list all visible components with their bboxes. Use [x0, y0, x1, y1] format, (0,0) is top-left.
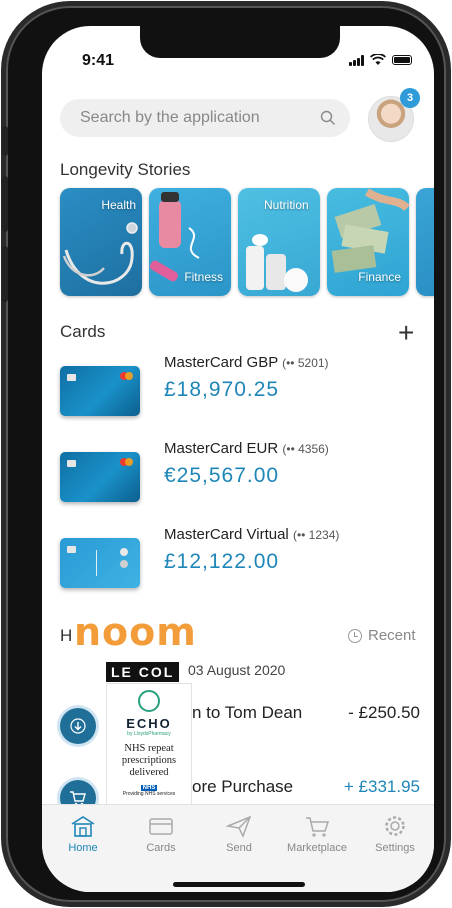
cards-icon	[146, 813, 176, 839]
tab-cards[interactable]: Cards	[126, 813, 196, 854]
app-screen: 9:41 3 Longevity Stories	[42, 26, 434, 892]
card-name: MasterCard GBP (•• 5201)	[164, 354, 329, 371]
search-icon[interactable]	[320, 110, 336, 126]
story-partial[interactable]	[416, 188, 434, 296]
tab-label: Cards	[146, 842, 176, 854]
story-health[interactable]: Health	[60, 188, 142, 296]
card-balance: £12,122.00	[164, 550, 280, 573]
tab-send[interactable]: Send	[204, 813, 274, 854]
nhs-line: Providing NHS services	[122, 791, 176, 798]
add-card-button[interactable]: +	[398, 319, 414, 347]
battery-icon	[392, 55, 412, 65]
gear-icon	[380, 813, 410, 839]
volume-up-button	[2, 176, 8, 232]
card-balance: €25,567.00	[164, 464, 280, 487]
card-image	[60, 366, 140, 416]
echo-message: NHS repeat prescriptions delivered	[121, 743, 177, 779]
notification-badge: 3	[400, 88, 420, 108]
mute-switch	[2, 126, 8, 156]
transaction-date: 03 August 2020	[188, 662, 286, 678]
tab-label: Settings	[375, 842, 415, 854]
transfer-out-icon[interactable]	[60, 708, 96, 744]
signal-icon	[349, 54, 364, 66]
card-item-gbp[interactable]: MasterCard GBP (•• 5201) £18,970.25	[60, 352, 420, 422]
story-nutrition[interactable]: Nutrition	[238, 188, 320, 296]
history-title: H	[60, 626, 73, 645]
card-name: MasterCard Virtual (•• 1234)	[164, 526, 340, 543]
home-indicator	[173, 882, 305, 887]
notch	[140, 26, 340, 58]
tab-label: Home	[68, 842, 98, 854]
stories-carousel[interactable]: Health Fitness Nutrition Finance	[60, 188, 434, 296]
wifi-icon	[370, 54, 386, 65]
card-image	[60, 538, 140, 588]
volume-down-button	[2, 246, 8, 302]
tab-bar: Home Cards Send Marketplace Settings	[42, 804, 434, 892]
phone-frame: 9:41 3 Longevity Stories	[2, 6, 446, 902]
card-image	[60, 452, 140, 502]
transaction-amount: - £250.50	[348, 703, 420, 722]
recent-filter[interactable]: Recent	[348, 627, 416, 644]
lecol-logo: LE COL	[106, 662, 180, 682]
card-item-eur[interactable]: MasterCard EUR (•• 4356) €25,567.00	[60, 438, 420, 508]
search-bar[interactable]	[60, 99, 350, 137]
card-item-virtual[interactable]: MasterCard Virtual (•• 1234) £12,122.00	[60, 524, 420, 594]
status-time: 9:41	[82, 52, 115, 69]
stories-title: Longevity Stories	[60, 160, 191, 179]
cards-title: Cards	[60, 322, 106, 341]
story-finance[interactable]: Finance	[327, 188, 409, 296]
home-icon	[68, 813, 98, 839]
story-label: Fitness	[184, 270, 223, 284]
transaction-description: n to Tom Dean	[192, 703, 303, 722]
nhs-block: NHS Providing NHS services	[107, 785, 191, 797]
tab-label: Marketplace	[287, 842, 347, 854]
transaction-description: ore Purchase	[192, 777, 294, 796]
story-fitness[interactable]: Fitness	[149, 188, 231, 296]
story-label: Nutrition	[264, 198, 309, 212]
transaction-amount: + £331.95	[343, 777, 420, 796]
card-name: MasterCard EUR (•• 4356)	[164, 440, 329, 457]
echo-logo-icon	[138, 690, 160, 712]
tab-label: Send	[226, 842, 252, 854]
send-icon	[224, 813, 254, 839]
story-label: Health	[101, 198, 136, 212]
echo-sub: by LloydsPharmacy	[127, 731, 171, 737]
cart-icon	[302, 813, 332, 839]
search-input[interactable]	[78, 108, 320, 128]
noom-logo: noom	[74, 610, 197, 654]
status-icons	[349, 54, 412, 66]
echo-name: ECHO	[126, 716, 172, 731]
story-label: Finance	[358, 270, 401, 284]
tab-home[interactable]: Home	[48, 813, 118, 854]
clock-icon	[348, 628, 362, 643]
tab-settings[interactable]: Settings	[360, 813, 430, 854]
echo-ad: ECHO by LloydsPharmacy NHS repeat prescr…	[106, 683, 192, 823]
tab-marketplace[interactable]: Marketplace	[282, 813, 352, 854]
recent-label: Recent	[368, 627, 416, 644]
card-balance: £18,970.25	[164, 378, 280, 401]
